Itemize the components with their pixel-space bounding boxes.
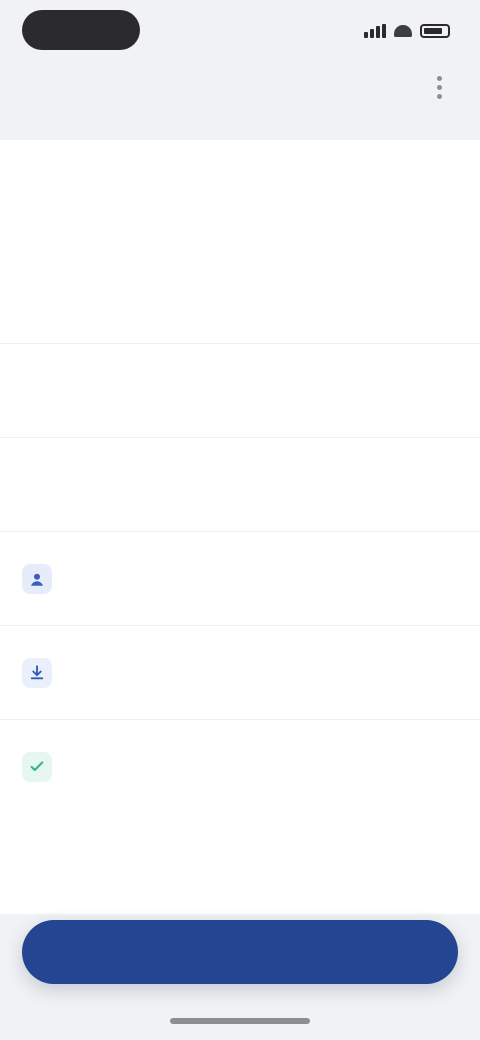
list-item-text	[68, 764, 458, 770]
section-header	[0, 140, 480, 250]
list-item[interactable]	[0, 720, 480, 814]
list-item[interactable]	[0, 532, 480, 626]
navigation-bar	[0, 64, 480, 110]
primary-action-button[interactable]	[22, 920, 458, 984]
list-item[interactable]	[0, 626, 480, 720]
user-icon	[22, 563, 52, 594]
section-footer	[0, 814, 480, 910]
wifi-icon	[394, 25, 412, 37]
signal-icon	[364, 24, 386, 38]
list-item-text	[68, 576, 458, 582]
field-row-2[interactable]	[0, 344, 480, 438]
bottom-action-area	[0, 914, 480, 1040]
home-indicator	[170, 1018, 310, 1024]
field-row-1[interactable]	[0, 250, 480, 344]
status-time-pill	[22, 10, 140, 50]
list-item-text	[68, 670, 458, 676]
download-icon	[22, 657, 52, 688]
battery-icon	[420, 24, 450, 38]
check-icon	[22, 752, 52, 782]
status-icons	[364, 22, 450, 40]
more-options-icon[interactable]	[428, 70, 450, 104]
field-row-3[interactable]	[0, 438, 480, 532]
main-content	[0, 140, 480, 910]
status-bar	[0, 0, 480, 62]
